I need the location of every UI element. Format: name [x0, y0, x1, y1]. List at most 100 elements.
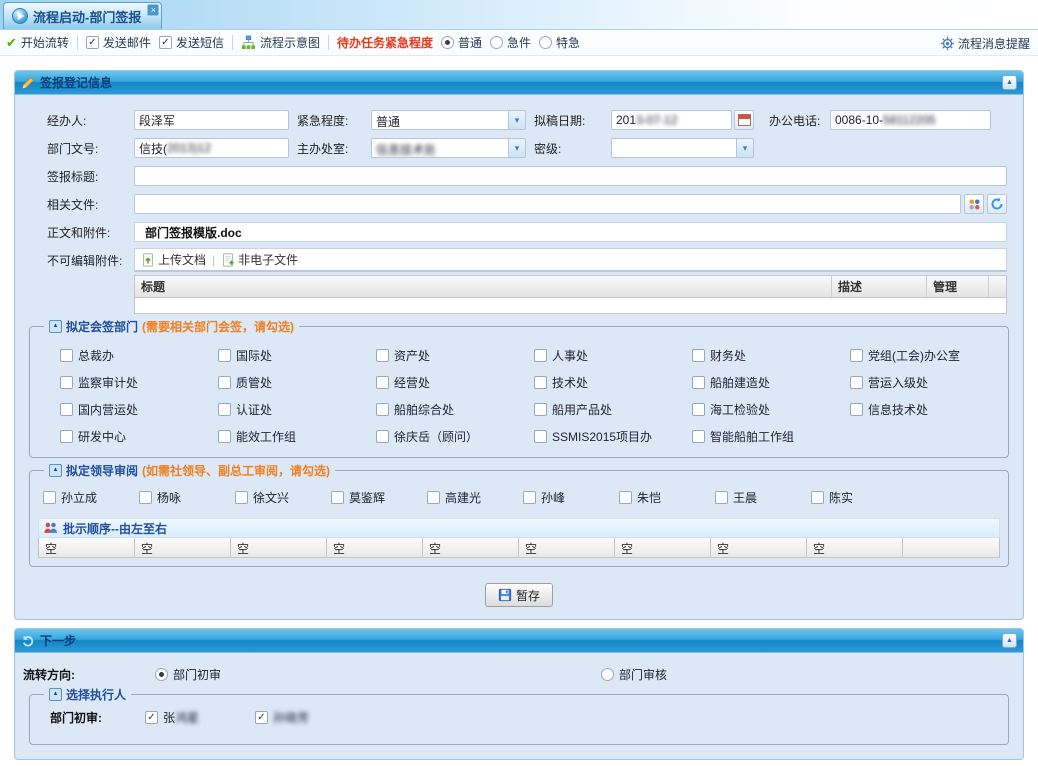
- urgency-radio-normal[interactable]: 普通: [441, 34, 482, 51]
- direction-radio-first-review[interactable]: 部门初审: [155, 666, 221, 683]
- order-slot-empty[interactable]: 空: [711, 538, 807, 557]
- checkbox[interactable]: [427, 491, 440, 504]
- order-slot-empty[interactable]: 空: [615, 538, 711, 557]
- tab-close-icon[interactable]: ×: [147, 4, 159, 16]
- checkbox[interactable]: [619, 491, 632, 504]
- dept-checkbox-item[interactable]: 质管处: [218, 374, 376, 391]
- date-input[interactable]: 2013-07-12: [611, 110, 732, 130]
- order-slot-empty[interactable]: 空: [327, 538, 423, 557]
- checkbox[interactable]: [534, 376, 547, 389]
- checkbox[interactable]: [376, 349, 389, 362]
- leader-checkbox-item[interactable]: 高建光: [427, 489, 523, 506]
- checkbox[interactable]: [376, 403, 389, 416]
- urgency-select[interactable]: 普通 ▾: [371, 110, 526, 130]
- dept-checkbox-item[interactable]: 人事处: [534, 347, 692, 364]
- checkbox[interactable]: [60, 376, 73, 389]
- agent-input[interactable]: [134, 110, 289, 130]
- dept-checkbox-item[interactable]: 监察审计处: [60, 374, 218, 391]
- checkbox[interactable]: [60, 403, 73, 416]
- checkbox[interactable]: [60, 349, 73, 362]
- dept-checkbox-item[interactable]: 船舶综合处: [376, 401, 534, 418]
- flow-diagram-button[interactable]: 流程示意图: [241, 34, 320, 51]
- order-slot-empty[interactable]: 空: [231, 538, 327, 557]
- collapse-section-icon[interactable]: ▲: [49, 688, 62, 701]
- docno-input[interactable]: 信技(2013)12: [134, 138, 289, 158]
- dept-checkbox-item[interactable]: 国内营运处: [60, 401, 218, 418]
- checkbox-checked-icon[interactable]: ✓: [159, 36, 172, 49]
- dept-checkbox-item[interactable]: 财务处: [692, 347, 850, 364]
- checkbox[interactable]: [692, 376, 705, 389]
- checkbox-checked-icon[interactable]: ✓: [255, 711, 268, 724]
- checkbox[interactable]: [534, 430, 547, 443]
- dept-checkbox-item[interactable]: 船舶建造处: [692, 374, 850, 391]
- leader-checkbox-item[interactable]: 陈实: [811, 489, 907, 506]
- radio-icon[interactable]: [601, 668, 614, 681]
- dept-checkbox-item[interactable]: 认证处: [218, 401, 376, 418]
- checkbox[interactable]: [235, 491, 248, 504]
- checkbox-checked-icon[interactable]: ✓: [86, 36, 99, 49]
- checkbox[interactable]: [376, 430, 389, 443]
- checkbox[interactable]: [218, 403, 231, 416]
- calendar-icon[interactable]: [734, 110, 754, 130]
- checkbox[interactable]: [218, 376, 231, 389]
- dept-checkbox-item[interactable]: 国际处: [218, 347, 376, 364]
- leader-checkbox-item[interactable]: 孙峰: [523, 489, 619, 506]
- radio-icon[interactable]: [490, 36, 503, 49]
- direction-radio-audit[interactable]: 部门审核: [601, 666, 667, 683]
- checkbox[interactable]: [534, 349, 547, 362]
- checkbox[interactable]: [60, 430, 73, 443]
- checkbox[interactable]: [850, 349, 863, 362]
- chevron-down-icon[interactable]: ▾: [736, 139, 753, 157]
- tab-process-start[interactable]: 流程启动-部门签报 ×: [3, 2, 162, 29]
- checkbox[interactable]: [692, 403, 705, 416]
- secret-select[interactable]: ▾: [611, 138, 754, 158]
- dept-checkbox-item[interactable]: 信息技术处: [850, 401, 1000, 418]
- non-electronic-button[interactable]: 非电子文件: [221, 251, 298, 268]
- flow-message-reminder-button[interactable]: 流程消息提醒: [940, 35, 1030, 52]
- checkbox[interactable]: [811, 491, 824, 504]
- save-draft-button[interactable]: 暂存: [485, 583, 553, 607]
- collapse-panel-icon[interactable]: ▲: [1002, 75, 1017, 90]
- dept-checkbox-item[interactable]: 资产处: [376, 347, 534, 364]
- checkbox[interactable]: [534, 403, 547, 416]
- checkbox[interactable]: [850, 376, 863, 389]
- checkbox[interactable]: [218, 430, 231, 443]
- checkbox[interactable]: [376, 376, 389, 389]
- leader-checkbox-item[interactable]: 朱恺: [619, 489, 715, 506]
- checkbox[interactable]: [850, 403, 863, 416]
- checkbox[interactable]: [692, 349, 705, 362]
- collapse-section-icon[interactable]: ▲: [49, 464, 62, 477]
- chevron-down-icon[interactable]: ▾: [508, 111, 525, 129]
- order-slot-empty[interactable]: 空: [519, 538, 615, 557]
- executor-checkbox-1[interactable]: ✓ 张鸿星: [145, 709, 255, 726]
- collapse-panel-icon[interactable]: ▲: [1002, 633, 1017, 648]
- radio-icon[interactable]: [539, 36, 552, 49]
- urgency-radio-extra[interactable]: 特急: [539, 34, 580, 51]
- dept-checkbox-item[interactable]: 经营处: [376, 374, 534, 391]
- checkbox[interactable]: [715, 491, 728, 504]
- upload-doc-button[interactable]: 上传文档: [141, 251, 206, 268]
- related-files-input[interactable]: [134, 194, 961, 214]
- radio-selected-icon[interactable]: [441, 36, 454, 49]
- dept-checkbox-item[interactable]: SSMIS2015项目办: [534, 428, 692, 445]
- host-dept-select[interactable]: 信息技术处 ▾: [371, 138, 526, 158]
- checkbox[interactable]: [523, 491, 536, 504]
- select-file-icon[interactable]: [964, 194, 984, 214]
- leader-checkbox-item[interactable]: 杨咏: [139, 489, 235, 506]
- dept-checkbox-item[interactable]: 党组(工会)办公室: [850, 347, 1000, 364]
- dept-checkbox-item[interactable]: 徐庆岳（顾问）: [376, 428, 534, 445]
- phone-input[interactable]: 0086-10-58112205: [830, 110, 991, 130]
- order-slot-empty[interactable]: 空: [39, 538, 135, 557]
- leader-checkbox-item[interactable]: 徐文兴: [235, 489, 331, 506]
- collapse-section-icon[interactable]: ▲: [49, 320, 62, 333]
- order-slot-empty[interactable]: 空: [807, 538, 903, 557]
- dept-checkbox-item[interactable]: 技术处: [534, 374, 692, 391]
- checkbox[interactable]: [139, 491, 152, 504]
- dept-checkbox-item[interactable]: 能效工作组: [218, 428, 376, 445]
- checkbox-checked-icon[interactable]: ✓: [145, 711, 158, 724]
- executor-checkbox-2[interactable]: ✓ 孙晓芳: [255, 709, 365, 726]
- send-mail-checkbox[interactable]: ✓ 发送邮件: [86, 34, 151, 51]
- dept-checkbox-item[interactable]: 船用产品处: [534, 401, 692, 418]
- urgency-radio-urgent[interactable]: 急件: [490, 34, 531, 51]
- order-slot-empty[interactable]: 空: [135, 538, 231, 557]
